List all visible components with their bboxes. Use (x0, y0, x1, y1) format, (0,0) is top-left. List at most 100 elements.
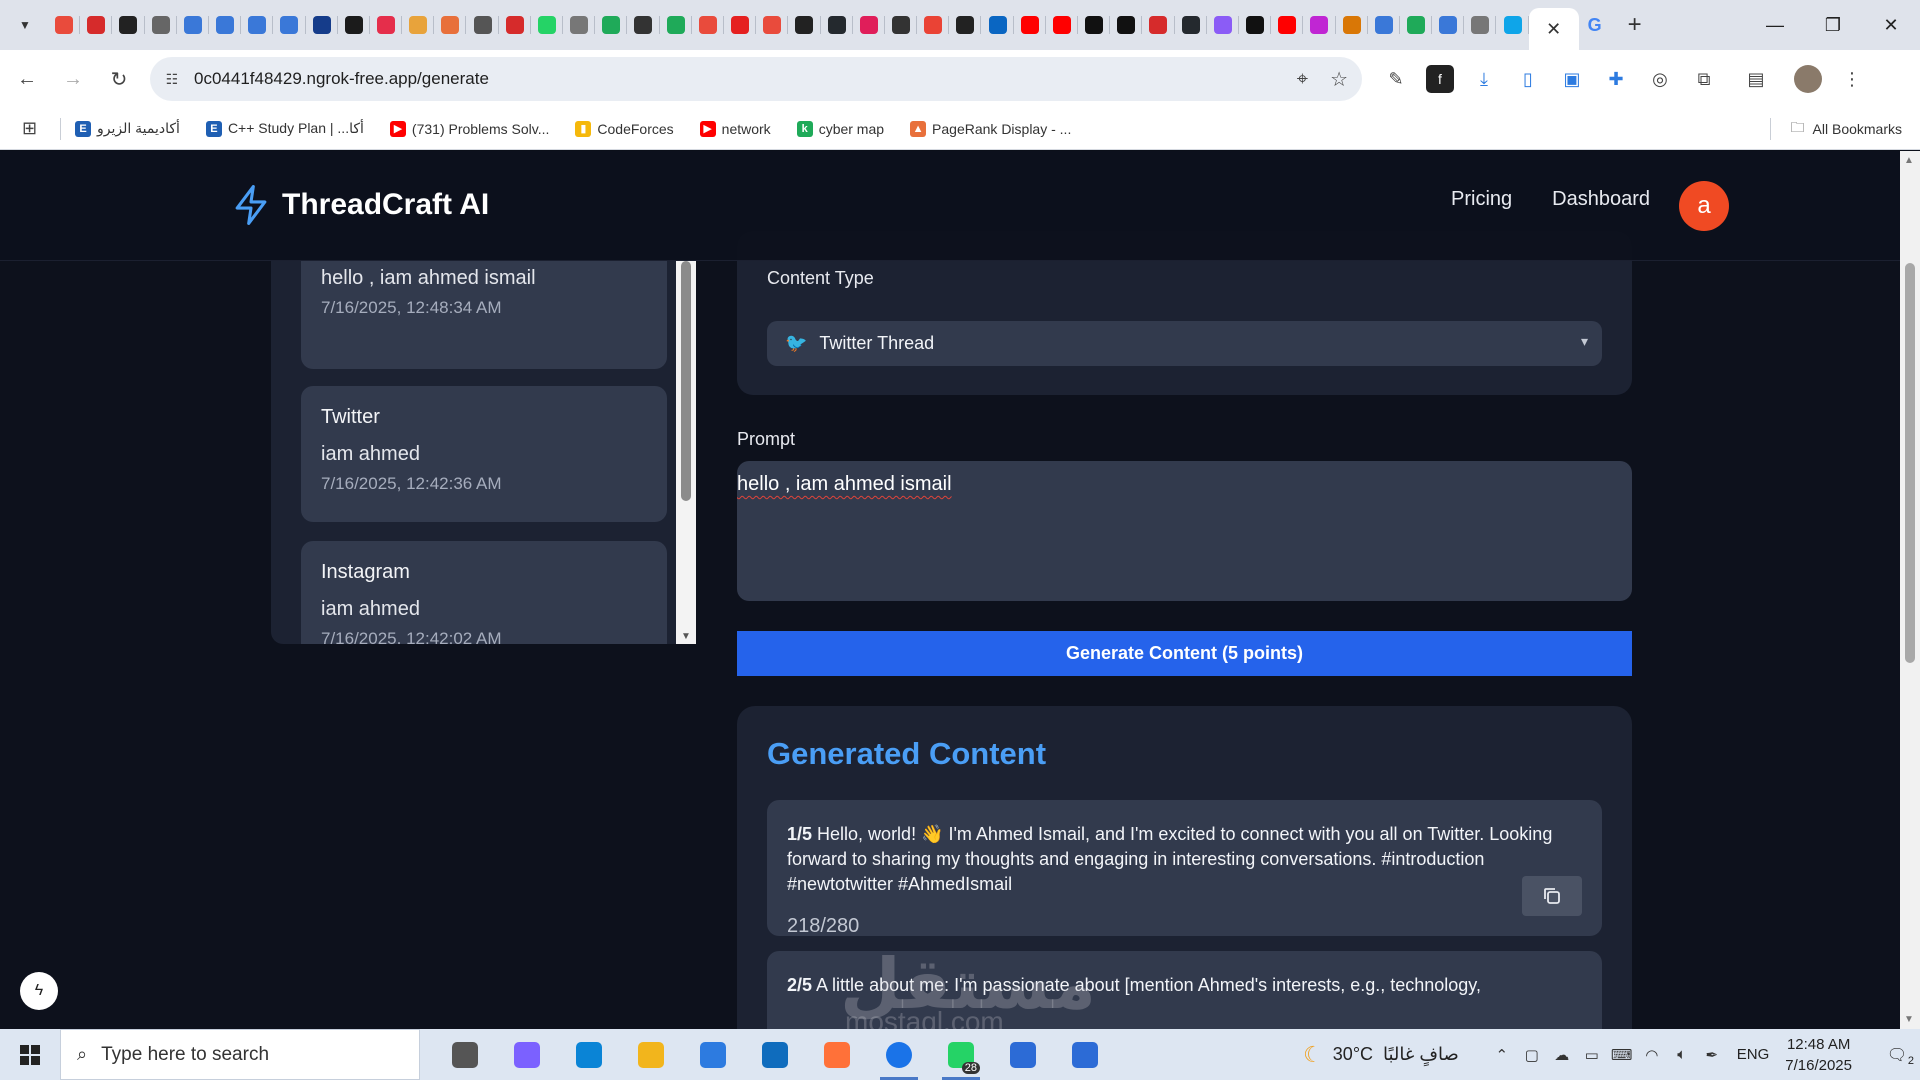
network-icon[interactable]: ▭ (1577, 1046, 1607, 1064)
taskbar-app-button[interactable] (744, 1029, 806, 1080)
address-bar[interactable]: ☷ 0c0441f48429.ngrok-free.app/generate ⌖… (150, 57, 1362, 101)
back-button[interactable]: ← (8, 60, 46, 98)
browser-tab[interactable] (112, 0, 145, 50)
more-menu-icon[interactable]: ⋮ (1838, 65, 1866, 93)
volume-icon[interactable]: 🔈︎ (1667, 1046, 1697, 1063)
taskbar-app-button[interactable] (496, 1029, 558, 1080)
taskbar-app-button[interactable] (992, 1029, 1054, 1080)
url-text[interactable]: 0c0441f48429.ngrok-free.app/generate (194, 69, 489, 89)
site-info-icon[interactable]: ☷ (150, 71, 194, 88)
bookmark-item[interactable]: E أكاديمية الزيرو (75, 120, 180, 137)
taskbar-app-button[interactable] (558, 1029, 620, 1080)
browser-tab[interactable] (1175, 0, 1207, 50)
scroll-up-arrow-icon[interactable]: ▲ (1904, 155, 1914, 166)
browser-tab[interactable] (434, 0, 467, 50)
browser-tab[interactable] (692, 0, 725, 50)
browser-tab[interactable] (177, 0, 210, 50)
browser-tab[interactable] (595, 0, 628, 50)
user-avatar[interactable]: a (1679, 181, 1729, 231)
bookmark-item[interactable]: k cyber map (796, 120, 884, 137)
puzzle-extension-icon[interactable]: ✚ (1602, 65, 1630, 93)
bookmark-item[interactable]: ▲ PageRank Display - ... (910, 120, 1071, 137)
browser-tab[interactable] (1336, 0, 1368, 50)
browser-tab[interactable] (949, 0, 982, 50)
location-pin-icon[interactable]: ⌖ (1297, 68, 1308, 91)
close-tab-icon[interactable]: ✕ (1546, 19, 1561, 40)
browser-tab[interactable] (1207, 0, 1240, 50)
browser-tab[interactable] (338, 0, 371, 50)
translate-extension-icon[interactable]: ◎ (1646, 65, 1674, 93)
minimize-button[interactable]: — (1746, 0, 1804, 50)
browser-tab[interactable] (466, 0, 499, 50)
browser-tab[interactable] (531, 0, 564, 50)
browser-tab[interactable] (1496, 0, 1529, 50)
eyedropper-extension-icon[interactable]: ✎ (1382, 65, 1410, 93)
history-scroll-thumb[interactable] (681, 261, 691, 501)
meet-now-icon[interactable]: ▢ (1517, 1046, 1547, 1064)
browser-tab[interactable] (1432, 0, 1465, 50)
floating-bolt-button[interactable]: ϟ (20, 972, 58, 1010)
taskbar-search-box[interactable]: ⌕ Type here to search (60, 1029, 420, 1080)
browser-tab[interactable] (917, 0, 950, 50)
history-item[interactable]: Twitter iam ahmed 7/16/2025, 12:42:36 AM (301, 386, 667, 522)
browser-tab[interactable] (48, 0, 81, 50)
restore-button[interactable]: ❐ (1804, 0, 1862, 50)
reading-mode-icon[interactable]: ▤ (1742, 65, 1770, 93)
input-language[interactable]: ENG (1737, 1046, 1770, 1063)
screenshot-extension-icon[interactable]: ▣ (1558, 65, 1586, 93)
taskbar-app-button[interactable] (1054, 1029, 1116, 1080)
all-bookmarks-button[interactable]: 🗀 All Bookmarks (1769, 108, 1902, 150)
history-item[interactable]: Instagram iam ahmed 7/16/2025, 12:42:02 … (301, 541, 667, 644)
browser-tab[interactable] (1014, 0, 1047, 50)
tab-search-button[interactable]: ▼ (10, 10, 40, 40)
browser-tab[interactable] (209, 0, 242, 50)
history-scrollbar[interactable]: ▼ (676, 261, 696, 644)
browser-tab[interactable] (563, 0, 596, 50)
bookmark-star-icon[interactable]: ☆ (1330, 67, 1348, 92)
browser-tab[interactable] (1464, 0, 1497, 50)
browser-tab[interactable] (80, 0, 113, 50)
browser-tab[interactable] (402, 0, 435, 50)
bookmark-item[interactable]: ▶ (731) Problems Solv... (389, 120, 549, 137)
pen-icon[interactable]: ✒ (1697, 1046, 1727, 1064)
browser-tab[interactable] (1142, 0, 1175, 50)
browser-tab[interactable] (499, 0, 532, 50)
taskbar-app-button[interactable] (806, 1029, 868, 1080)
content-type-select[interactable]: 🐦 Twitter Thread ▾ (767, 321, 1602, 366)
browser-tab[interactable] (306, 0, 338, 50)
brand-logo[interactable]: ThreadCraft AI (232, 185, 489, 225)
apps-grid-icon[interactable]: ⊞ (22, 118, 46, 139)
download-extension-icon[interactable]: ⤓ (1470, 65, 1498, 93)
font-extension-icon[interactable]: f (1426, 65, 1454, 93)
browser-tab[interactable] (756, 0, 789, 50)
browser-tab[interactable] (1303, 0, 1336, 50)
start-button[interactable] (0, 1029, 60, 1080)
notification-center-button[interactable]: 🗨︎ 2 (1874, 1045, 1920, 1067)
page-scroll-thumb[interactable] (1905, 263, 1915, 663)
browser-tab[interactable] (853, 0, 886, 50)
taskbar-app-button[interactable]: 28 (930, 1029, 992, 1080)
browser-tab[interactable] (370, 0, 403, 50)
active-tab[interactable]: ✕ (1528, 8, 1579, 50)
browser-tab[interactable] (241, 0, 274, 50)
reload-button[interactable]: ↻ (100, 60, 138, 98)
history-item[interactable]: hello , iam ahmed ismail 7/16/2025, 12:4… (301, 261, 667, 369)
bookmark-item[interactable]: E C++ Study Plan | ...أكا (205, 120, 364, 137)
scroll-down-arrow-icon[interactable]: ▼ (1904, 1014, 1914, 1025)
browser-tab[interactable] (885, 0, 918, 50)
taskbar-app-button[interactable] (682, 1029, 744, 1080)
browser-tab[interactable] (1078, 0, 1111, 50)
prompt-textarea[interactable]: hello , iam ahmed ismail (737, 461, 1632, 601)
browser-tab[interactable] (660, 0, 692, 50)
nav-dashboard-link[interactable]: Dashboard (1552, 188, 1650, 211)
browser-tab[interactable] (627, 0, 660, 50)
tab-google[interactable]: G (1579, 0, 1611, 50)
forward-button[interactable]: → (54, 60, 92, 98)
browser-tab[interactable] (1046, 0, 1079, 50)
browser-tab[interactable] (273, 0, 306, 50)
browser-tab[interactable] (1271, 0, 1304, 50)
scroll-down-arrow-icon[interactable]: ▼ (681, 631, 691, 642)
browser-tab[interactable] (1110, 0, 1143, 50)
bookmark-item[interactable]: ▶ network (699, 120, 771, 137)
browser-tab[interactable] (788, 0, 821, 50)
